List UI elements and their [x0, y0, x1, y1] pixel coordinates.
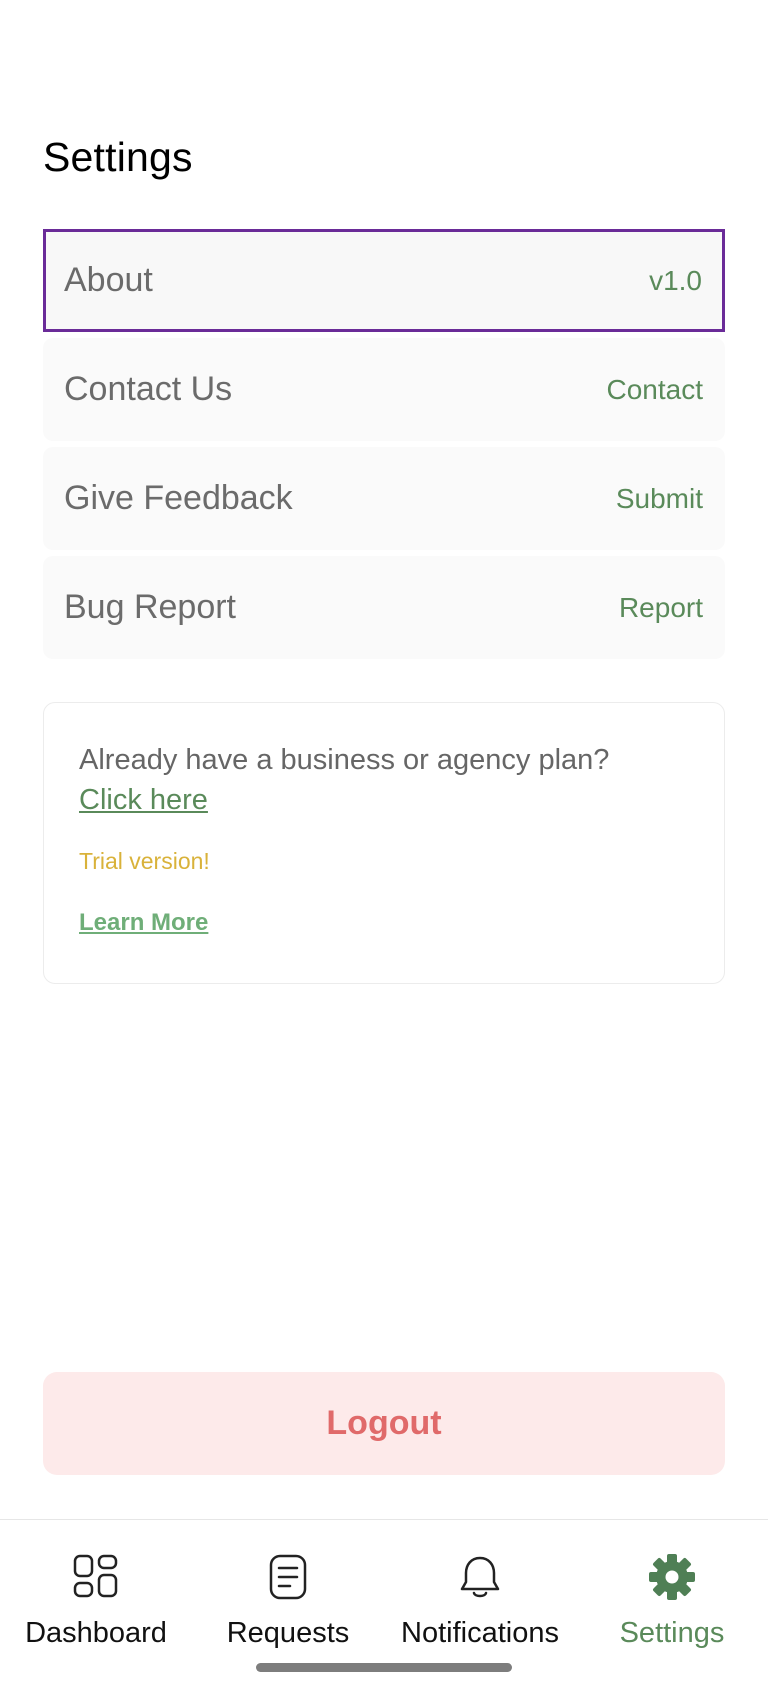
nav-item-notifications[interactable]: Notifications — [384, 1520, 576, 1670]
row-label-bug-report: Bug Report — [64, 588, 236, 626]
nav-label-notifications: Notifications — [401, 1617, 559, 1649]
nav-label-dashboard: Dashboard — [25, 1617, 167, 1649]
gear-icon — [649, 1554, 695, 1600]
logout-label: Logout — [326, 1404, 442, 1442]
row-label-give-feedback: Give Feedback — [64, 479, 293, 517]
version-label: v1.0 — [649, 264, 702, 296]
bell-icon — [460, 1556, 500, 1598]
plan-question: Already have a business or agency plan? — [79, 744, 610, 776]
nav-item-requests[interactable]: Requests — [192, 1520, 384, 1670]
nav-item-dashboard[interactable]: Dashboard — [0, 1520, 192, 1670]
settings-row-contact-us[interactable]: Contact Us Contact — [43, 338, 725, 441]
grid-icon — [73, 1554, 118, 1598]
page-title: Settings — [43, 134, 193, 180]
row-label-contact-us: Contact Us — [64, 370, 233, 408]
submit-link[interactable]: Submit — [616, 483, 703, 515]
contact-link[interactable]: Contact — [607, 374, 704, 406]
nav-item-settings[interactable]: Settings — [576, 1520, 768, 1670]
row-label-about: About — [64, 261, 153, 299]
logout-button[interactable]: Logout — [43, 1372, 725, 1475]
trial-version-label: Trial version! — [79, 848, 210, 874]
home-indicator — [256, 1663, 512, 1672]
document-icon — [269, 1554, 307, 1600]
settings-list: About v1.0 Contact Us Contact Give Feedb… — [43, 229, 725, 665]
settings-row-give-feedback[interactable]: Give Feedback Submit — [43, 447, 725, 550]
click-here-link[interactable]: Click here — [79, 780, 208, 820]
plan-card: Already have a business or agency plan? … — [43, 702, 725, 984]
report-link[interactable]: Report — [619, 592, 703, 624]
settings-row-bug-report[interactable]: Bug Report Report — [43, 556, 725, 659]
nav-label-settings: Settings — [619, 1617, 725, 1649]
nav-label-requests: Requests — [226, 1617, 350, 1649]
settings-row-about[interactable]: About v1.0 — [43, 229, 725, 332]
learn-more-link[interactable]: Learn More — [79, 909, 208, 937]
